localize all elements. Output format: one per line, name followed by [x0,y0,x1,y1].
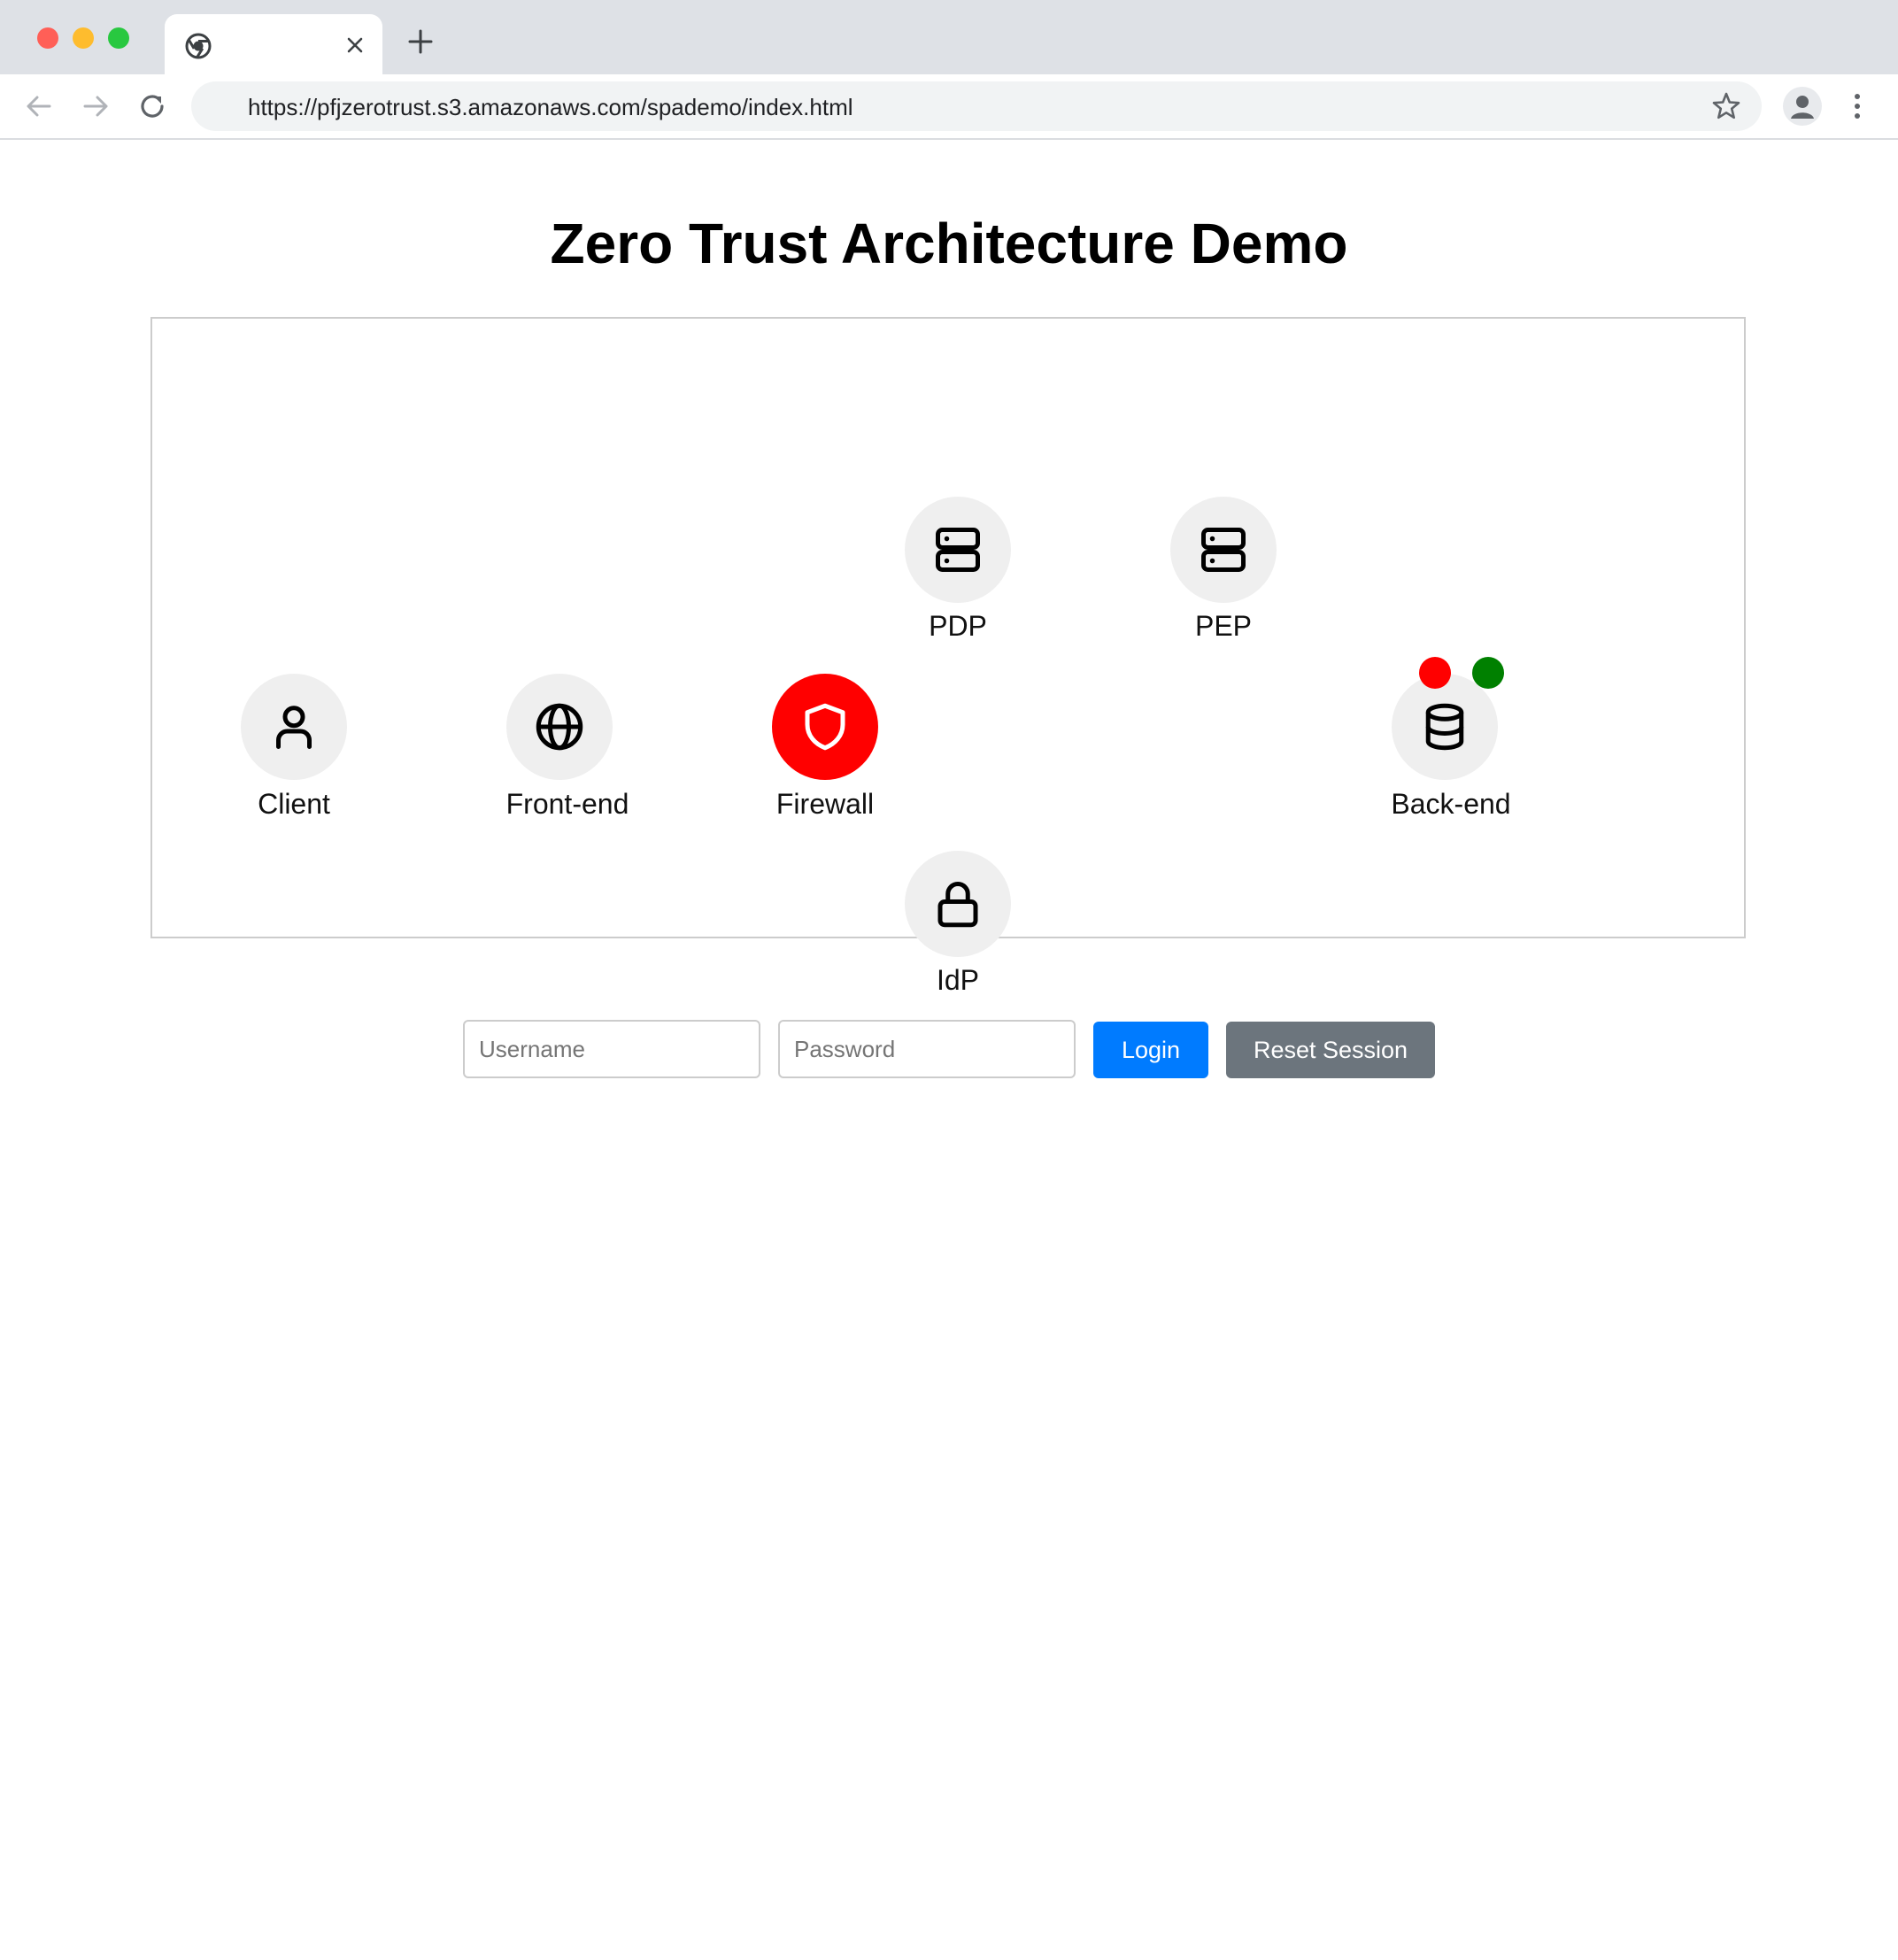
server-icon [1201,528,1246,572]
reset-session-button[interactable]: Reset Session [1226,1022,1435,1078]
idp-label: IdP [936,964,980,996]
shield-icon [805,703,845,751]
green-status-indicator [1472,657,1504,689]
client-node[interactable] [241,674,347,780]
minimize-window-button[interactable] [73,27,94,49]
firewall-label: Firewall [775,788,875,820]
pdp-label: PDP [929,610,987,642]
maximize-window-button[interactable] [108,27,129,49]
lock-icon [937,882,978,928]
close-window-button[interactable] [37,27,58,49]
reload-icon[interactable] [135,89,170,124]
pep-label: PEP [1194,610,1253,642]
backend-label: Back-end [1391,788,1511,820]
pep-node[interactable] [1170,497,1277,603]
password-input[interactable] [778,1020,1076,1078]
browser-window: https://pfjzerotrust.s3.amazonaws.com/sp… [0,0,1898,1960]
address-bar[interactable]: https://pfjzerotrust.s3.amazonaws.com/sp… [191,81,1762,131]
profile-avatar-icon[interactable] [1783,87,1822,126]
firewall-node[interactable] [772,674,878,780]
username-input[interactable] [463,1020,760,1078]
frontend-node[interactable] [506,674,613,780]
client-label: Client [258,788,330,820]
globe-icon [536,703,583,751]
red-status-indicator [1419,657,1451,689]
frontend-label: Front-end [505,788,629,820]
back-arrow-icon[interactable] [21,89,57,124]
new-tab-icon[interactable] [405,27,436,57]
chrome-favicon-icon [184,32,212,60]
server-icon [936,528,980,572]
user-icon [276,706,312,749]
tab-strip [0,0,1898,74]
close-tab-icon[interactable] [340,30,370,60]
page-title: Zero Trust Architecture Demo [550,212,1348,275]
browser-tab[interactable] [165,14,382,74]
url-text[interactable]: https://pfjzerotrust.s3.amazonaws.com/sp… [248,94,853,121]
idp-node[interactable] [905,851,1011,957]
login-button[interactable]: Login [1093,1022,1208,1078]
bookmark-star-icon[interactable] [1710,90,1742,122]
backend-node[interactable] [1392,674,1498,780]
browser-toolbar: https://pfjzerotrust.s3.amazonaws.com/sp… [0,74,1898,140]
pdp-node[interactable] [905,497,1011,603]
database-icon [1425,703,1464,751]
forward-arrow-icon[interactable] [78,89,113,124]
browser-menu-icon[interactable] [1847,89,1868,124]
